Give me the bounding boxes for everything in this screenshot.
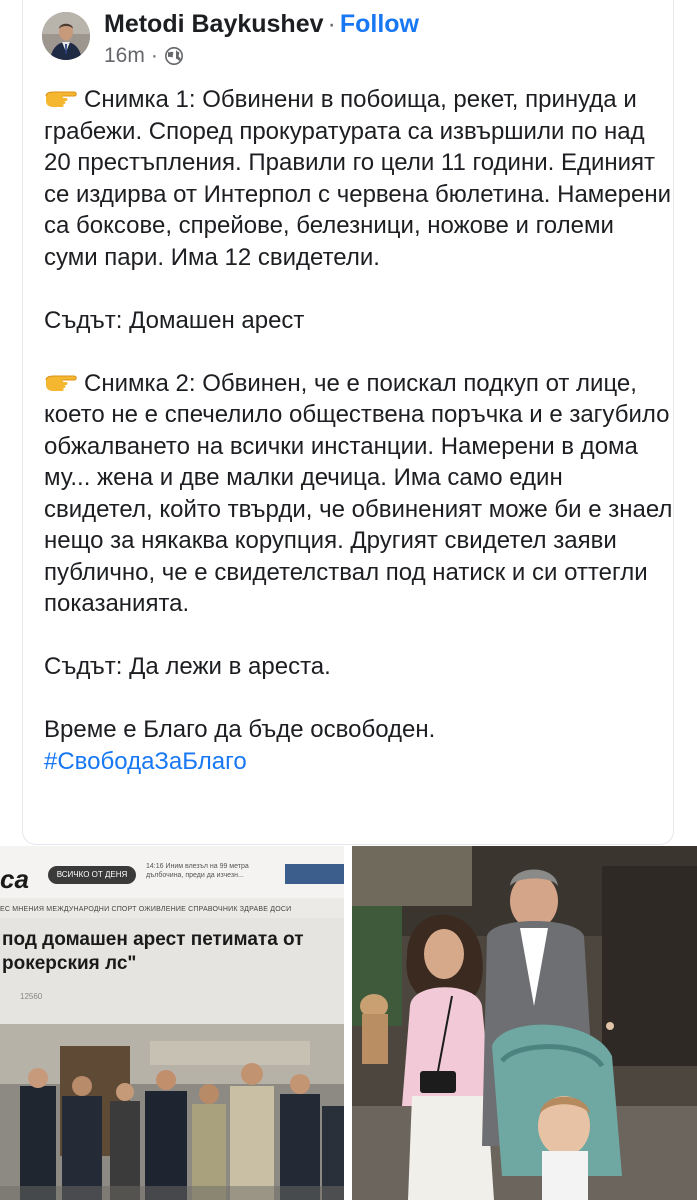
globe-icon[interactable] xyxy=(164,46,184,66)
post-paragraph-4: Съдът: Да лежи в ареста. xyxy=(44,653,331,680)
post-paragraph-3-text: Снимка 2: Обвинен, че е поискал подкуп о… xyxy=(44,369,673,618)
news-headline: под домашен арест петимата от рокерския … xyxy=(2,929,304,974)
author-name[interactable]: Metodi Baykushev xyxy=(104,10,324,38)
family-photo-illustration xyxy=(352,846,697,1200)
follow-button[interactable]: Follow xyxy=(340,10,419,38)
news-section-pill: ВСИЧКО ОТ ДЕНЯ xyxy=(48,866,136,884)
attached-photo-news-screenshot[interactable]: са ВСИЧКО ОТ ДЕНЯ 14:16 Иним влезъл на 9… xyxy=(0,846,344,1200)
news-ticker: 14:16 Иним влезъл на 99 метра дълбочина,… xyxy=(146,863,249,879)
post-paragraph-2: Съдът: Домашен арест xyxy=(44,306,305,334)
backhand-index-pointing-right-icon xyxy=(45,91,77,107)
post-header: Metodi Baykushev · Follow xyxy=(104,9,419,39)
avatar-portrait xyxy=(42,12,90,60)
news-view-count: 12560 xyxy=(20,992,43,1001)
news-screenshot-illustration xyxy=(0,846,344,1200)
header-separator: · xyxy=(327,10,336,38)
post-body: Снимка 1: Обвинени в побоища, рекет, при… xyxy=(44,84,674,777)
post-paragraph-5: Време е Благо да бъде освободен. xyxy=(44,716,436,743)
post-paragraph-1: Снимка 1: Обвинени в побоища, рекет, при… xyxy=(44,84,674,273)
attached-photo-family[interactable] xyxy=(352,846,697,1200)
meta-separator: · xyxy=(150,44,158,67)
post-paragraph-3: Снимка 2: Обвинен, че е поискал подкуп о… xyxy=(44,368,674,620)
news-site-logo: са xyxy=(0,864,29,894)
hashtag-link[interactable]: #СвободаЗаБлаго xyxy=(44,746,674,778)
post-timestamp[interactable]: 16m xyxy=(104,44,145,68)
backhand-index-pointing-right-icon xyxy=(45,375,77,391)
post-meta: 16m · xyxy=(104,44,184,68)
post-paragraph-1-text: Снимка 1: Обвинени в побоища, рекет, при… xyxy=(44,86,671,271)
news-nav-bar: ЕС МНЕНИЯ МЕЖДУНАРОДНИ СПОРТ ОЖИВЛЕНИЕ С… xyxy=(0,906,292,913)
author-avatar[interactable] xyxy=(42,12,90,60)
